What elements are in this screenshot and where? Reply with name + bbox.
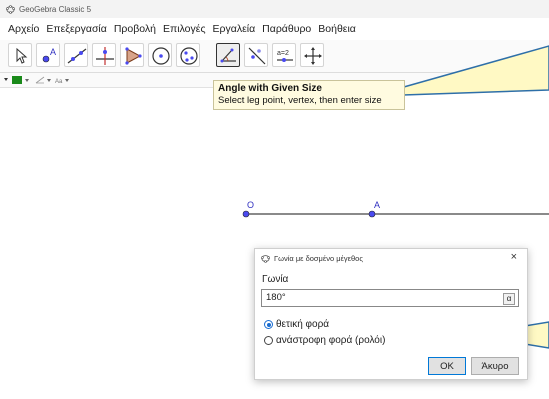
tool-slider[interactable]: a=2 [272, 43, 296, 67]
point-o[interactable] [242, 210, 250, 218]
geogebra-window: GeoGebra Classic 5 Αρχείο Επεξεργασία Πρ… [0, 0, 549, 399]
menu-bar: Αρχείο Επεξεργασία Προβολή Επιλογές Εργα… [0, 18, 549, 40]
slider-tool-label: a=2 [277, 50, 289, 57]
tool-move-graphics[interactable] [300, 43, 324, 67]
menu-help[interactable]: Βοήθεια [318, 23, 356, 35]
symbol-picker-button[interactable]: α [503, 293, 515, 305]
tooltip-title: Angle with Given Size [218, 83, 322, 94]
perpendicular-line-icon [96, 47, 114, 65]
radio-selected-icon[interactable] [264, 320, 273, 329]
angle-style-icon[interactable] [35, 76, 45, 84]
style-bar-controls: Aa [4, 76, 69, 85]
label-dropdown-icon[interactable] [65, 79, 69, 82]
dialog-title: Γωνία με δοσμένο μέγεθος [274, 253, 363, 263]
radio-clockwise[interactable]: ανάστροφη φορά (ρολόι) [264, 335, 385, 346]
close-icon[interactable]: × [511, 251, 517, 263]
tool-tooltip: Angle with Given Size Select leg point, … [213, 80, 405, 110]
conic-icon [180, 47, 198, 65]
window-title: GeoGebra Classic 5 [19, 4, 92, 14]
menu-file[interactable]: Αρχείο [8, 23, 39, 35]
ok-button[interactable]: OK [428, 357, 466, 375]
menu-options[interactable]: Επιλογές [163, 23, 206, 35]
style-toggle-icon[interactable] [4, 78, 8, 81]
tool-angle-given-size[interactable] [216, 43, 240, 67]
angle-input[interactable]: 180° α [261, 289, 519, 307]
point-a[interactable] [368, 210, 376, 218]
tool-circle[interactable] [148, 43, 172, 67]
tool-line[interactable] [64, 43, 88, 67]
tooltip-description: Select leg point, vertex, then enter siz… [218, 95, 382, 106]
point-o-label: O [247, 200, 254, 210]
geogebra-logo-icon [6, 4, 15, 14]
cancel-button[interactable]: Άκυρο [471, 357, 519, 375]
radio-clockwise-label: ανάστροφη φορά (ρολόι) [276, 335, 386, 346]
tool-point[interactable]: A [36, 43, 60, 67]
angle-given-size-icon [220, 48, 236, 63]
angle-dropdown-icon[interactable] [47, 79, 51, 82]
menu-edit[interactable]: Επεξεργασία [46, 23, 107, 35]
point-a-label: A [374, 200, 380, 210]
angle-input-value: 180° [266, 292, 286, 303]
point-tool-label: A [50, 47, 56, 57]
geogebra-logo-icon [261, 254, 270, 263]
toolbar: A a=2 [0, 40, 549, 73]
title-bar: GeoGebra Classic 5 [0, 0, 549, 18]
tool-perpendicular[interactable] [92, 43, 116, 67]
label-style-icon[interactable]: Aa [55, 79, 63, 85]
menu-view[interactable]: Προβολή [114, 23, 156, 35]
angle-field-label: Γωνία [262, 274, 289, 285]
radio-unselected-icon[interactable] [264, 336, 273, 345]
radio-counterclockwise[interactable]: θετική φορά [264, 319, 329, 330]
move-graphics-view-icon [304, 47, 322, 65]
tool-reflect[interactable] [244, 43, 268, 67]
tool-move[interactable] [8, 43, 32, 67]
reflect-about-line-icon [248, 47, 266, 65]
line-icon [67, 48, 87, 64]
circle-center-point-icon [152, 47, 170, 65]
menu-tools[interactable]: Εργαλεία [213, 23, 256, 35]
dialog-title-bar: Γωνία με δοσμένο μέγεθος × [255, 249, 527, 267]
radio-counterclockwise-label: θετική φορά [276, 319, 330, 330]
point-icon: A [42, 47, 56, 63]
tool-conic[interactable] [176, 43, 200, 67]
move-arrow-icon [16, 47, 28, 64]
menu-window[interactable]: Παράθυρο [262, 23, 311, 35]
polygon-icon [125, 47, 142, 65]
color-swatch[interactable] [12, 76, 22, 84]
slider-icon: a=2 [277, 50, 293, 62]
angle-dialog: Γωνία με δοσμένο μέγεθος × Γωνία 180° α … [254, 248, 528, 380]
color-dropdown-icon[interactable] [25, 79, 29, 82]
tool-polygon[interactable] [120, 43, 144, 67]
